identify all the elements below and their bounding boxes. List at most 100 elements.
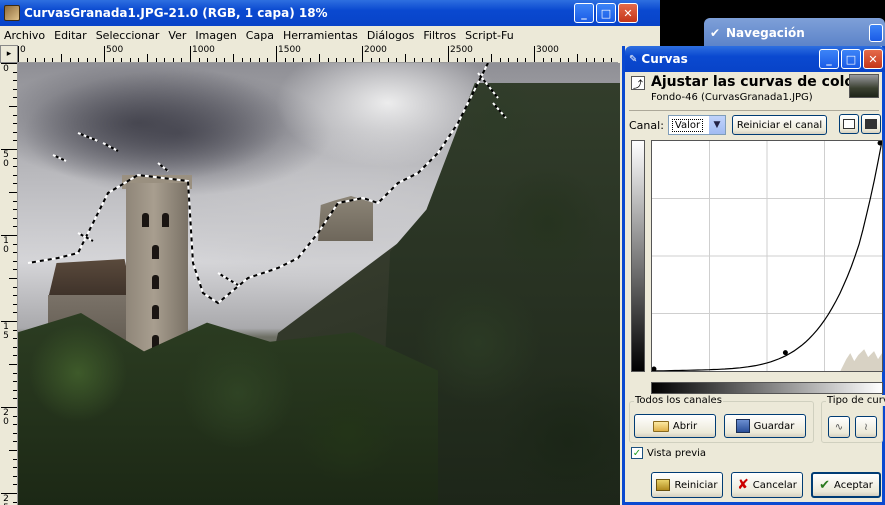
chevron-down-icon[interactable]: ▼ [707, 116, 725, 134]
cancel-button[interactable]: ✘ Cancelar [731, 472, 803, 498]
ruler-tick [439, 58, 441, 62]
menu-script-fu[interactable]: Script-Fu [465, 29, 514, 42]
image-window-title: CurvasGranada1.JPG-21.0 (RGB, 1 capa) 18… [24, 6, 328, 20]
ruler-tick [78, 58, 80, 62]
ruler-tick [233, 54, 234, 62]
ruler-label: 1 0 [3, 236, 9, 255]
ruler-tick [13, 338, 17, 340]
log-histogram-button[interactable] [861, 114, 881, 134]
curves-minimize-button[interactable]: _ [819, 49, 839, 69]
menu-archivo[interactable]: Archivo [4, 29, 45, 42]
curves-titlebar[interactable]: ✎ Curvas _ □ ✕ [625, 46, 885, 72]
ruler-tick [198, 58, 200, 62]
accept-button[interactable]: ✔ Aceptar [811, 472, 881, 498]
maximize-button[interactable]: □ [596, 3, 616, 23]
open-button[interactable]: Abrir [634, 414, 716, 438]
ruler-tick [602, 58, 604, 62]
minimize-button[interactable]: _ [574, 3, 594, 23]
ruler-tick [353, 58, 355, 62]
menu-capa[interactable]: Capa [246, 29, 274, 42]
ruler-tick [129, 58, 131, 62]
smooth-curve-button[interactable]: ∿ [828, 416, 850, 438]
reset-channel-label: Reiniciar el canal [736, 119, 823, 131]
ruler-tick [13, 243, 17, 245]
ruler-label: 0 [3, 64, 9, 74]
menu-filtros[interactable]: Filtros [423, 29, 456, 42]
output-gradient-bar [631, 140, 645, 372]
menu-editar[interactable]: Editar [54, 29, 87, 42]
curve-graph[interactable] [651, 140, 883, 372]
ruler-tick [336, 58, 338, 62]
ruler-tick [551, 58, 553, 62]
ruler-tick [13, 424, 17, 426]
menu-seleccionar[interactable]: Seleccionar [96, 29, 160, 42]
ruler-label: 5 0 [3, 150, 9, 169]
dialog-buttons: Reiniciar ✘ Cancelar ✔ Aceptar [625, 472, 885, 500]
curves-dialog: ✎ Curvas _ □ ✕ ⤴ Ajustar las curvas de c… [622, 46, 885, 505]
ruler-tick [559, 58, 561, 62]
freehand-curve-button[interactable]: ≀ [855, 416, 877, 438]
curve-control-point[interactable] [877, 141, 883, 146]
curves-maximize-button[interactable]: □ [841, 49, 861, 69]
ruler-tick [327, 58, 329, 62]
save-button[interactable]: Guardar [724, 414, 806, 438]
ruler-tick [13, 475, 17, 477]
ruler-tick [362, 46, 363, 62]
ruler-tick [52, 58, 54, 62]
quick-mask-toggle[interactable]: ▸ [0, 45, 18, 63]
curves-subheading: Fondo-46 (CurvasGranada1.JPG) [651, 92, 813, 103]
vertical-ruler[interactable]: 0 5 0 1 0 1 5 2 0 2 5 [0, 63, 18, 505]
ruler-tick [104, 46, 105, 62]
cancel-label: Cancelar [752, 479, 797, 491]
ruler-tick [224, 58, 226, 62]
ruler-tick [86, 58, 88, 62]
ruler-tick [594, 58, 596, 62]
image-window: CurvasGranada1.JPG-21.0 (RGB, 1 capa) 18… [0, 0, 660, 505]
ruler-label: 3000 [536, 45, 559, 55]
ruler-tick [284, 58, 286, 62]
ruler-tick [430, 58, 432, 62]
menu-dialogos[interactable]: Diálogos [367, 29, 415, 42]
ruler-tick [13, 183, 17, 185]
ruler-tick [147, 54, 148, 62]
ruler-tick [13, 372, 17, 374]
ruler-tick [9, 106, 17, 107]
ruler-tick [13, 97, 17, 99]
reset-button[interactable]: Reiniciar [651, 472, 723, 498]
navigation-panel-titlebar[interactable]: ✔ Navegación [704, 18, 885, 48]
menu-ver[interactable]: Ver [168, 29, 186, 42]
menu-imagen[interactable]: Imagen [195, 29, 236, 42]
ruler-tick [215, 58, 217, 62]
ruler-tick [396, 58, 398, 62]
ruler-tick [13, 501, 17, 503]
close-button[interactable]: ✕ [618, 3, 638, 23]
curves-header: ⤴ Ajustar las curvas de color Fondo-46 (… [629, 74, 881, 108]
ruler-tick [13, 88, 17, 90]
curve-control-point[interactable] [652, 366, 657, 372]
curves-app-icon: ✎ [629, 53, 638, 65]
channel-select[interactable]: Valor ▼ [667, 115, 726, 135]
menu-herramientas[interactable]: Herramientas [283, 29, 358, 42]
preview-row: ✓ Vista previa [631, 446, 706, 460]
reset-channel-button[interactable]: Reiniciar el canal [731, 115, 828, 135]
image-canvas[interactable] [18, 63, 620, 505]
curves-close-button[interactable]: ✕ [863, 49, 883, 69]
linear-histogram-button[interactable] [839, 114, 859, 134]
ruler-tick [155, 58, 157, 62]
ruler-tick [9, 278, 17, 279]
horizontal-ruler[interactable]: 05001000150020002500300035 [18, 45, 618, 63]
curve-control-point[interactable] [782, 350, 788, 356]
navigation-minimize-button[interactable] [869, 24, 883, 42]
ruler-tick [301, 58, 303, 62]
ruler-label: 2500 [450, 45, 473, 55]
ruler-tick [473, 58, 475, 62]
ruler-tick [9, 450, 17, 451]
ruler-tick [387, 58, 389, 62]
image-window-titlebar[interactable]: CurvasGranada1.JPG-21.0 (RGB, 1 capa) 18… [0, 0, 660, 26]
ruler-tick [13, 157, 17, 159]
freehand-curve-icon: ≀ [864, 421, 868, 433]
ruler-tick [164, 58, 166, 62]
linear-histogram-icon [843, 119, 855, 129]
ruler-tick [172, 58, 174, 62]
preview-checkbox[interactable]: ✓ [631, 447, 643, 459]
